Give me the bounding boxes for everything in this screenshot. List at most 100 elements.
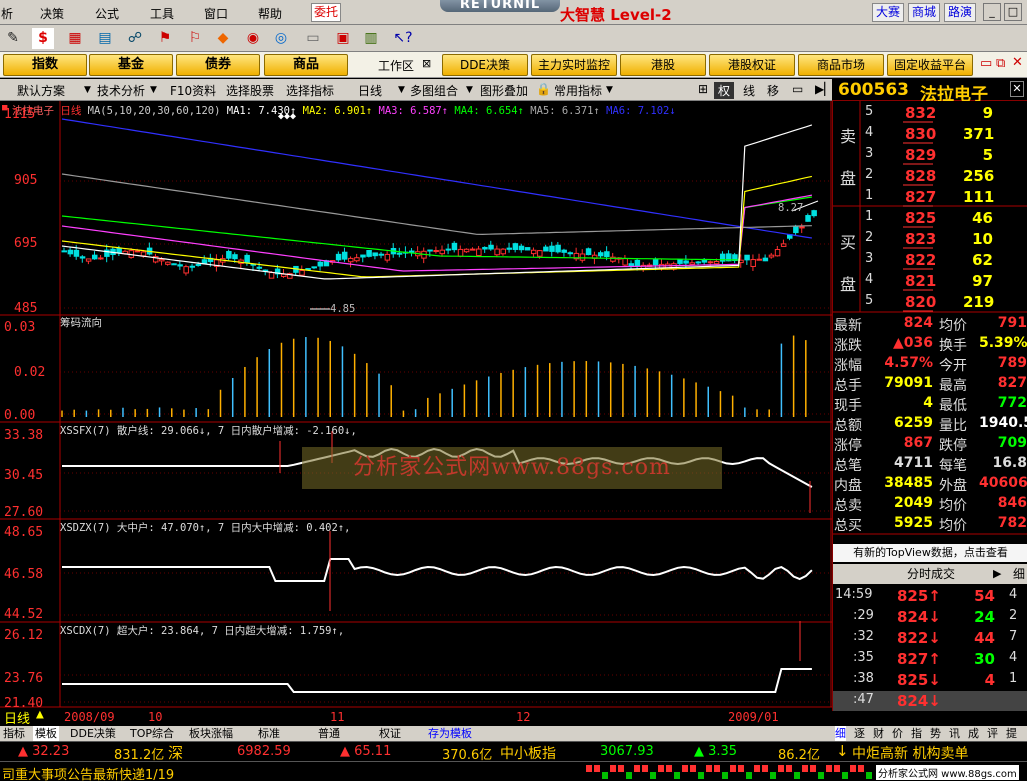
tab-hk-stock[interactable]: 港股 xyxy=(620,54,706,76)
tick-price[interactable]: 824↓ xyxy=(897,608,941,626)
tab-indicator[interactable]: 指标 xyxy=(3,726,25,741)
roadshow-button[interactable]: 路演 xyxy=(944,3,976,22)
mall-button[interactable]: 商城 xyxy=(908,3,940,22)
topview-banner[interactable]: 有新的TopView数据，点击查看 xyxy=(833,544,1027,562)
ask-price[interactable]: 827 xyxy=(905,188,936,206)
tab-template[interactable]: 模板 xyxy=(33,726,59,741)
tab-bond[interactable]: 债券 xyxy=(176,54,260,76)
float-icon[interactable]: ▭ xyxy=(980,56,992,71)
save-template-button[interactable]: 存为模板 xyxy=(428,726,472,741)
crosshair-icon[interactable]: ⊞ xyxy=(698,82,708,96)
tab-dde[interactable]: DDE决策 xyxy=(442,54,528,76)
detail-tab[interactable]: 评 xyxy=(987,726,998,741)
bid-price[interactable]: 825 xyxy=(905,209,936,227)
sme-market-label[interactable]: 中小板指 xyxy=(500,743,556,763)
tab-main-monitor[interactable]: 主力实时监控 xyxy=(531,54,617,76)
window-mode-icon[interactable]: ▭ xyxy=(792,82,803,96)
announcement-text[interactable]: 司重大事项公告最新快递1/19 xyxy=(2,764,174,781)
menu-help[interactable]: 帮助 xyxy=(258,5,282,22)
dropdown-icon[interactable]: ▼ xyxy=(398,85,405,95)
menu-window[interactable]: 窗口 xyxy=(204,5,228,22)
f10-info[interactable]: F10资料 xyxy=(170,82,216,99)
line-button[interactable]: 线 xyxy=(743,82,755,99)
alert-icon[interactable]: ⚑ xyxy=(154,28,176,49)
tech-analysis[interactable]: 技术分析 xyxy=(97,82,145,99)
tick-price[interactable]: 827↑ xyxy=(897,650,941,668)
menu-decision[interactable]: 决策 xyxy=(40,5,64,22)
lock-icon[interactable]: 🔒 xyxy=(536,82,551,96)
dropdown-icon[interactable]: ▼ xyxy=(466,85,473,95)
dollar-icon[interactable]: $ xyxy=(32,28,54,49)
books-icon[interactable]: ▥ xyxy=(360,28,382,49)
detail-tab[interactable]: 细 xyxy=(835,726,846,741)
rights-button[interactable]: 权 xyxy=(714,82,735,99)
bid-price[interactable]: 822 xyxy=(905,251,936,269)
pencil-icon[interactable]: ✎ xyxy=(2,28,24,49)
common-indicator[interactable]: 常用指标 xyxy=(554,82,602,99)
sz-market-label[interactable]: 深 xyxy=(168,742,183,763)
detail-tab[interactable]: 价 xyxy=(892,726,903,741)
diamond-icon[interactable]: ◆ xyxy=(212,28,234,49)
ask-price[interactable]: 830 xyxy=(905,125,936,143)
flag-icon[interactable]: ⚐ xyxy=(184,28,206,49)
detail-tab[interactable]: 逐 xyxy=(854,726,865,741)
ask-price[interactable]: 828 xyxy=(905,167,936,185)
dropdown-icon[interactable]: ▼ xyxy=(150,85,157,95)
tab-hk-warrant[interactable]: 港股权证 xyxy=(709,54,795,76)
tab-index[interactable]: 指数 xyxy=(3,54,87,76)
select-indicator[interactable]: 选择指标 xyxy=(286,82,334,99)
tab-commodity-market[interactable]: 商品市场 xyxy=(798,54,884,76)
delegate-button[interactable]: 委托 xyxy=(311,3,341,22)
restore-sub-icon[interactable]: ⧉ xyxy=(996,56,1005,71)
multi-chart[interactable]: 多图组合 xyxy=(410,82,458,99)
menu-formula[interactable]: 公式 xyxy=(95,5,119,22)
close-sub-icon[interactable]: ✕ xyxy=(1012,55,1023,70)
close-icon[interactable]: ✕ xyxy=(1010,81,1024,97)
menu-tools[interactable]: 工具 xyxy=(150,5,174,22)
news-headline[interactable]: 中炬高新 机构卖单 xyxy=(852,743,968,763)
tab-normal[interactable]: 普通 xyxy=(318,726,340,741)
overlay[interactable]: 图形叠加 xyxy=(480,82,528,99)
minimize-icon[interactable]: _ xyxy=(983,3,1001,21)
detail-tab[interactable]: 财 xyxy=(873,726,884,741)
period-label[interactable]: 日线 xyxy=(4,708,31,727)
move-button[interactable]: 移 xyxy=(767,82,779,99)
tab-fund[interactable]: 基金 xyxy=(89,54,173,76)
default-scheme[interactable]: 默认方案 xyxy=(17,82,65,99)
tick-price[interactable]: 822↓ xyxy=(897,629,941,647)
restore-icon[interactable]: □ xyxy=(1004,3,1022,21)
detail-tab[interactable]: 讯 xyxy=(949,726,960,741)
detail-tab[interactable]: 成 xyxy=(968,726,979,741)
tab-top-overview[interactable]: TOP综合 xyxy=(130,726,174,741)
ticks-detail-tab[interactable]: 细 xyxy=(1013,564,1025,584)
print-icon[interactable]: ▭ xyxy=(302,28,324,49)
workspace-icon[interactable]: ⊠ xyxy=(422,57,431,70)
select-stock[interactable]: 选择股票 xyxy=(226,82,274,99)
contest-button[interactable]: 大赛 xyxy=(872,3,904,22)
ticks-expand-icon[interactable]: ▶ xyxy=(993,564,1001,584)
tab-dde-decision[interactable]: DDE决策 xyxy=(70,726,116,741)
tab-commodity[interactable]: 商品 xyxy=(264,54,348,76)
window-icon[interactable]: ▣ xyxy=(332,28,354,49)
detail-tab[interactable]: 提 xyxy=(1006,726,1017,741)
binoculars-icon[interactable]: ☍ xyxy=(124,28,146,49)
tab-warrant[interactable]: 权证 xyxy=(379,726,401,741)
grid-icon[interactable]: ▦ xyxy=(64,28,86,49)
up-triangle-icon[interactable]: ▲ xyxy=(36,707,44,722)
tab-standard[interactable]: 标准 xyxy=(258,726,280,741)
tick-price[interactable]: 825↑ xyxy=(897,587,941,605)
tick-price[interactable]: 824↓ xyxy=(897,692,941,710)
tick-price[interactable]: 825↓ xyxy=(897,671,941,689)
tab-fixed-income[interactable]: 固定收益平台 xyxy=(887,54,973,76)
period-daily[interactable]: 日线 xyxy=(358,82,382,99)
info-icon[interactable]: ◎ xyxy=(270,28,292,49)
ask-price[interactable]: 829 xyxy=(905,146,936,164)
news-icon[interactable]: ◉ xyxy=(242,28,264,49)
menu-analysis[interactable]: 析 xyxy=(1,5,13,22)
bid-price[interactable]: 821 xyxy=(905,272,936,290)
bid-price[interactable]: 823 xyxy=(905,230,936,248)
tab-sector-gain[interactable]: 板块涨幅 xyxy=(189,726,233,741)
next-icon[interactable]: ▶▏ xyxy=(815,82,833,96)
dropdown-icon[interactable]: ▼ xyxy=(606,85,613,95)
help-cursor-icon[interactable]: ↖? xyxy=(392,28,414,49)
